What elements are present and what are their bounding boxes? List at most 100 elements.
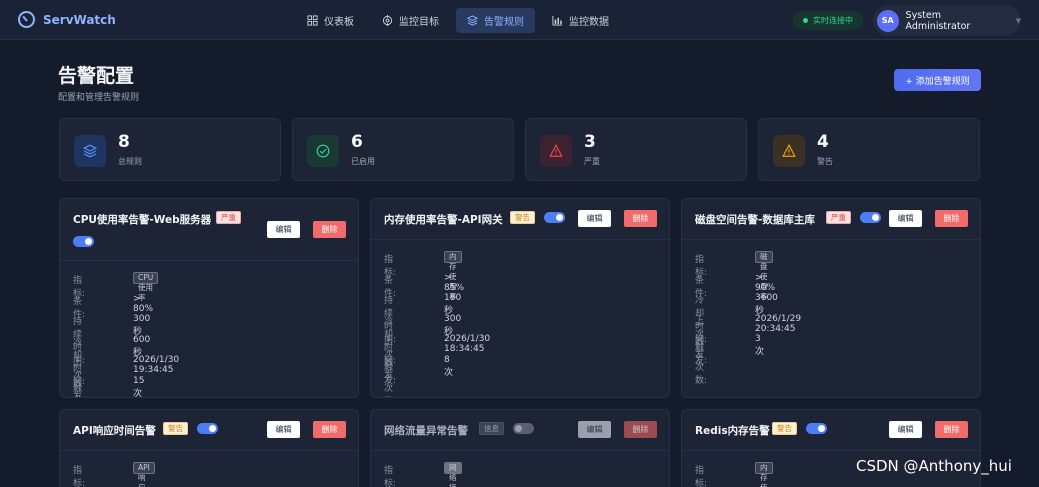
metric-tag: 内存使用率 bbox=[755, 462, 773, 487]
severity-badge: 警告 bbox=[772, 422, 797, 435]
severity-badge: 严重 bbox=[826, 211, 851, 224]
detail-value: 3 次 bbox=[755, 334, 765, 357]
severity-badge: 警告 bbox=[163, 422, 188, 435]
alert-triangle-icon bbox=[549, 144, 563, 157]
status-dot-icon bbox=[803, 18, 808, 23]
rule-enable-toggle[interactable] bbox=[73, 236, 94, 247]
page-title: 告警配置 bbox=[58, 65, 135, 87]
detail-value: 2026/1/30 19:34:45 bbox=[133, 355, 180, 375]
connection-status-badge: 实时连接中 bbox=[793, 11, 863, 30]
rule-card-header: 内存使用率告警-API网关 警告 编辑 删除 bbox=[371, 199, 669, 240]
rule-title: CPU使用率告警-Web服务器 bbox=[73, 214, 212, 226]
edit-button[interactable]: 编辑 bbox=[578, 421, 611, 438]
stat-label: 警告 bbox=[817, 157, 833, 166]
target-icon bbox=[382, 15, 393, 26]
stat-card-enabled: 6 已启用 bbox=[292, 118, 514, 181]
page-subtitle: 配置和管理告警规则 bbox=[58, 93, 140, 103]
tab-dashboard[interactable]: 仪表板 bbox=[296, 8, 365, 33]
user-menu[interactable]: SA System Administrator ▼ bbox=[873, 5, 1021, 36]
stat-value: 6 bbox=[351, 132, 363, 152]
detail-value: 2026/1/29 20:34:45 bbox=[755, 313, 802, 334]
severity-badge: 严重 bbox=[216, 211, 241, 224]
stat-value: 8 bbox=[118, 132, 130, 152]
rule-enable-toggle[interactable] bbox=[197, 423, 218, 434]
rule-card-header: API响应时间告警 警告 编辑 删除 bbox=[60, 410, 358, 451]
rule-card-header: 磁盘空间告警-数据库主库 严重 编辑 删除 bbox=[682, 199, 980, 240]
tab-label: 仪表板 bbox=[324, 17, 354, 28]
stat-icon-box bbox=[773, 135, 805, 167]
tab-alert-rules[interactable]: 告警规则 bbox=[456, 8, 535, 33]
rule-card: 网络流量异常告警 信息 编辑 删除 指标: 网络接收速率 bbox=[370, 409, 670, 487]
avatar: SA bbox=[877, 9, 899, 32]
grid-icon bbox=[307, 15, 318, 26]
detail-value: > 90% bbox=[755, 272, 776, 293]
bar-chart-icon bbox=[552, 15, 563, 26]
rule-title: 内存使用率告警-API网关 bbox=[384, 214, 503, 226]
rule-enable-toggle[interactable] bbox=[513, 423, 534, 434]
delete-button[interactable]: 删除 bbox=[313, 221, 346, 238]
metric-tag: 磁盘使用率 bbox=[755, 251, 773, 301]
add-rule-button[interactable]: + 添加告警规则 bbox=[894, 69, 981, 91]
rule-title: 网络流量异常告警 bbox=[384, 425, 468, 437]
detail-value: 8 次 bbox=[444, 354, 454, 378]
chevron-down-icon: ▼ bbox=[1015, 16, 1021, 25]
edit-button[interactable]: 编辑 bbox=[267, 421, 300, 438]
check-circle-icon bbox=[316, 144, 330, 158]
detail-key: 指标: bbox=[384, 466, 397, 487]
stat-icon-box bbox=[74, 135, 106, 167]
detail-key: 指标: bbox=[695, 466, 708, 487]
stat-icon-box bbox=[540, 135, 572, 167]
layers-icon bbox=[467, 15, 478, 26]
stat-value: 4 bbox=[817, 132, 829, 152]
detail-value: 2026/1/30 18:34:45 bbox=[444, 334, 491, 354]
tab-monitor-data[interactable]: 监控数据 bbox=[541, 8, 620, 33]
brand[interactable]: ServWatch bbox=[18, 11, 116, 28]
rule-enable-toggle[interactable] bbox=[860, 212, 881, 223]
delete-button[interactable]: 删除 bbox=[624, 210, 657, 227]
stat-label: 严重 bbox=[584, 157, 600, 166]
severity-badge: 警告 bbox=[510, 211, 535, 224]
brand-name: ServWatch bbox=[43, 12, 116, 27]
stat-card-warning: 4 警告 bbox=[758, 118, 980, 181]
rule-title: Redis内存告警 bbox=[695, 425, 770, 437]
edit-button[interactable]: 编辑 bbox=[578, 210, 611, 227]
detail-key: 触发次数: bbox=[73, 378, 83, 398]
edit-button[interactable]: 编辑 bbox=[267, 221, 300, 238]
rule-title: API响应时间告警 bbox=[73, 425, 156, 437]
tab-label: 监控目标 bbox=[399, 17, 439, 28]
rule-enable-toggle[interactable] bbox=[544, 212, 565, 223]
rule-card: 磁盘空间告警-数据库主库 严重 编辑 删除 指标: 磁盘使用率 条件: > 90% … bbox=[681, 198, 981, 398]
detail-key: 指标: bbox=[73, 466, 86, 487]
stat-label: 总规则 bbox=[118, 157, 142, 166]
rule-card: CPU使用率告警-Web服务器 严重 编辑 删除 指标: CPU使用率 条件: > … bbox=[59, 198, 359, 398]
metric-tag: API响应时间 bbox=[133, 462, 155, 487]
detail-value: > 80% bbox=[133, 293, 154, 314]
detail-value: 15 次 bbox=[133, 375, 145, 398]
rule-card: Redis内存告警 警告 编辑 删除 指标: 内存使用率 bbox=[681, 409, 981, 487]
stat-icon-box bbox=[307, 135, 339, 167]
delete-button[interactable]: 删除 bbox=[313, 421, 346, 438]
delete-button[interactable]: 删除 bbox=[935, 210, 968, 227]
rule-card-header: CPU使用率告警-Web服务器 严重 编辑 删除 bbox=[60, 199, 358, 261]
edit-button[interactable]: 编辑 bbox=[889, 421, 922, 438]
delete-button[interactable]: 删除 bbox=[624, 421, 657, 438]
metric-tag: 内存使用率 bbox=[444, 251, 462, 301]
metric-tag: CPU使用率 bbox=[133, 272, 159, 302]
main-nav: 仪表板 监控目标 告警规则 监控数据 bbox=[296, 8, 620, 33]
metric-tag: 网络接收速率 bbox=[444, 462, 462, 487]
severity-badge: 信息 bbox=[479, 422, 504, 435]
connection-status-label: 实时连接中 bbox=[813, 16, 853, 25]
tab-label: 告警规则 bbox=[484, 17, 524, 28]
detail-key: 触发次数: bbox=[695, 337, 708, 386]
clock-logo-icon bbox=[18, 11, 35, 28]
edit-button[interactable]: 编辑 bbox=[889, 210, 922, 227]
delete-button[interactable]: 删除 bbox=[935, 421, 968, 438]
rule-card-header: Redis内存告警 警告 编辑 删除 bbox=[682, 410, 980, 451]
tab-targets[interactable]: 监控目标 bbox=[371, 8, 450, 33]
rule-enable-toggle[interactable] bbox=[806, 423, 827, 434]
user-name: System Administrator bbox=[905, 9, 971, 32]
detail-value: > 85% bbox=[444, 272, 465, 293]
rule-card: API响应时间告警 警告 编辑 删除 指标: API响应时间 bbox=[59, 409, 359, 487]
top-navbar: ServWatch 仪表板 监控目标 告警规则 监控数据 实时连接中 SA Sy… bbox=[0, 0, 1039, 40]
tab-label: 监控数据 bbox=[569, 17, 609, 28]
